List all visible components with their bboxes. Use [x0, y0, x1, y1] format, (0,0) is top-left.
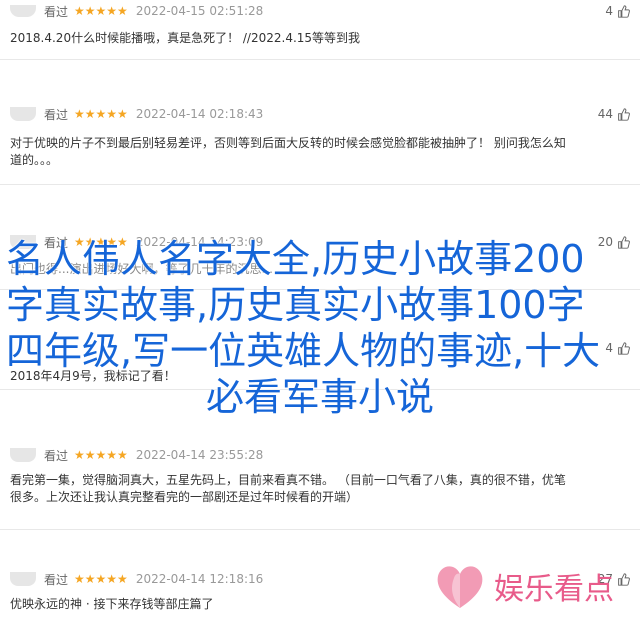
review-meta: 看过 ★★★★★ 2022-04-14 02:18:43 — [10, 104, 263, 124]
review-item: 看过 ★★★★★ 2022-04-15 02:51:28 4 2018.4.20… — [0, 0, 640, 60]
review-status: 看过 — [44, 572, 69, 587]
review-meta: 看过 ★★★★★ 2022-04-14 12:18:16 — [10, 569, 263, 589]
rating-stars: ★★★★★ — [74, 448, 128, 462]
headline-line: 四年级,写一位英雄人物的事迹,十大 — [6, 329, 601, 373]
review-status: 看过 — [44, 4, 69, 19]
avatar[interactable] — [10, 107, 36, 121]
watermark-logo: 娱乐看点 — [432, 558, 614, 614]
headline-line: 必看军事小说 — [206, 375, 435, 419]
review-content: 对于优映的片子不到最后别轻易差评，否则等到后面大反转的时候会感觉脸都能被抽肿了！… — [10, 135, 622, 169]
vote-button[interactable]: 44 — [598, 107, 630, 121]
thumbs-up-icon — [617, 4, 630, 18]
review-text-line: 很多。上次还让我认真完整看完的一部剧还是过年时候看的开端） — [10, 490, 359, 504]
thumbs-up-icon — [617, 235, 630, 249]
review-time: 2022-04-14 02:18:43 — [135, 107, 264, 121]
review-time: 2022-04-15 02:51:28 — [135, 4, 264, 18]
review-meta: 看过 ★★★★★ 2022-04-14 23:55:28 — [10, 445, 263, 465]
avatar[interactable] — [10, 448, 36, 462]
headline-line: 名人伟人名字大全,历史小故事200 — [6, 237, 585, 281]
watermark-text: 娱乐看点 — [494, 572, 614, 607]
heart-logo-icon — [437, 566, 483, 608]
rating-stars: ★★★★★ — [74, 107, 128, 121]
review-content: 看完第一集，觉得脑洞真大，五星先码上，目前来看真不错。 （目前一口气看了八集，真… — [10, 472, 622, 506]
review-text-line: 2018.4.20什么时候能播哦，真是急死了！ //2022.4.15等等到我 — [10, 31, 361, 45]
vote-count: 4 — [605, 341, 613, 355]
review-time: 2022-04-14 12:18:16 — [135, 572, 264, 586]
headline-line: 字真实故事,历史真实小故事100字 — [6, 283, 585, 327]
avatar[interactable] — [10, 5, 36, 17]
vote-count: 4 — [605, 4, 613, 18]
review-status: 看过 — [44, 448, 69, 463]
review-text-line: 看完第一集，觉得脑洞真大，五星先码上，目前来看真不错。 （目前一口气看了八集，真… — [10, 473, 566, 487]
review-text-line: 对于优映的片子不到最后别轻易差评，否则等到后面大反转的时候会感觉脸都能被抽肿了！… — [10, 136, 566, 150]
rating-stars: ★★★★★ — [74, 4, 128, 18]
review-time: 2022-04-14 23:55:28 — [135, 448, 264, 462]
vote-button[interactable]: 4 — [605, 341, 630, 355]
review-content: 2018.4.20什么时候能播哦，真是急死了！ //2022.4.15等等到我 — [10, 30, 622, 47]
thumbs-up-icon — [617, 572, 630, 586]
rating-stars: ★★★★★ — [74, 572, 128, 586]
review-text-line: 道的。。。 — [10, 153, 59, 167]
thumbs-up-icon — [617, 107, 630, 121]
thumbs-up-icon — [617, 341, 630, 355]
overlay-headline: 名人伟人名字大全,历史小故事200 字真实故事,历史真实小故事100字 四年级,… — [6, 236, 606, 420]
avatar[interactable] — [10, 572, 36, 586]
vote-button[interactable]: 4 — [605, 4, 630, 18]
review-item: 看过 ★★★★★ 2022-04-14 02:18:43 44 对于优映的片子不… — [0, 60, 640, 185]
review-status: 看过 — [44, 107, 69, 122]
vote-count: 44 — [597, 107, 613, 121]
review-meta: 看过 ★★★★★ 2022-04-15 02:51:28 — [10, 1, 263, 21]
